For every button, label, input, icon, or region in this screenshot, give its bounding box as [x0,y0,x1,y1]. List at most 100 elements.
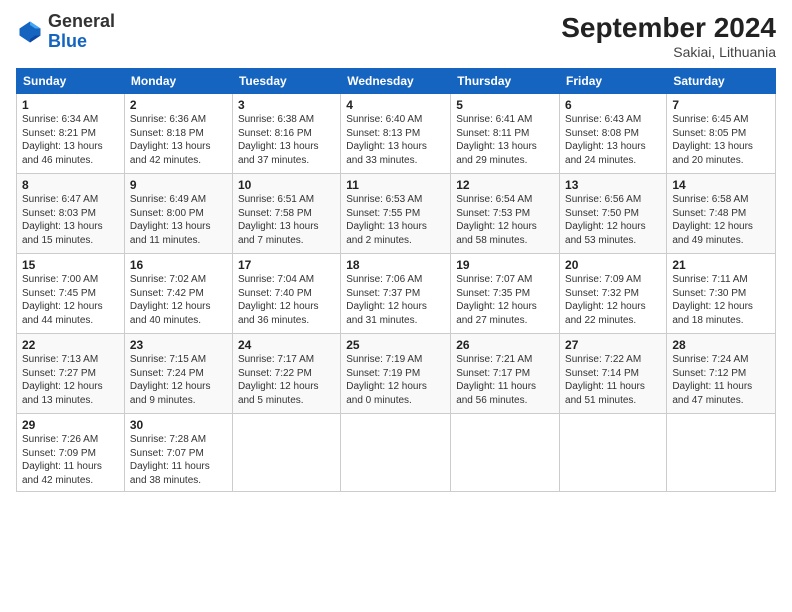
day-number: 9 [130,178,227,192]
header: General Blue September 2024 Sakiai, Lith… [16,12,776,60]
calendar-cell: 24Sunrise: 7:17 AM Sunset: 7:22 PM Dayli… [232,334,340,414]
calendar-cell: 19Sunrise: 7:07 AM Sunset: 7:35 PM Dayli… [451,254,560,334]
day-number: 27 [565,338,661,352]
logo-icon [16,18,44,46]
day-info: Sunrise: 7:26 AM Sunset: 7:09 PM Dayligh… [22,433,119,487]
day-info: Sunrise: 7:09 AM Sunset: 7:32 PM Dayligh… [565,273,661,327]
day-info: Sunrise: 6:36 AM Sunset: 8:18 PM Dayligh… [130,113,227,167]
day-number: 28 [672,338,770,352]
logo-text: General Blue [48,12,115,52]
calendar-cell: 13Sunrise: 6:56 AM Sunset: 7:50 PM Dayli… [560,174,667,254]
calendar-day-header: Thursday [451,69,560,94]
calendar-cell: 27Sunrise: 7:22 AM Sunset: 7:14 PM Dayli… [560,334,667,414]
title-block: September 2024 Sakiai, Lithuania [561,12,776,60]
calendar-cell [560,414,667,492]
day-info: Sunrise: 7:15 AM Sunset: 7:24 PM Dayligh… [130,353,227,407]
day-number: 20 [565,258,661,272]
day-info: Sunrise: 6:43 AM Sunset: 8:08 PM Dayligh… [565,113,661,167]
calendar-cell: 14Sunrise: 6:58 AM Sunset: 7:48 PM Dayli… [667,174,776,254]
day-number: 15 [22,258,119,272]
calendar-cell: 18Sunrise: 7:06 AM Sunset: 7:37 PM Dayli… [341,254,451,334]
calendar-cell: 16Sunrise: 7:02 AM Sunset: 7:42 PM Dayli… [124,254,232,334]
day-number: 12 [456,178,554,192]
logo-blue: Blue [48,31,87,51]
day-info: Sunrise: 6:41 AM Sunset: 8:11 PM Dayligh… [456,113,554,167]
day-number: 11 [346,178,445,192]
day-number: 1 [22,98,119,112]
calendar-week-row: 1Sunrise: 6:34 AM Sunset: 8:21 PM Daylig… [17,94,776,174]
day-number: 16 [130,258,227,272]
day-info: Sunrise: 7:24 AM Sunset: 7:12 PM Dayligh… [672,353,770,407]
day-info: Sunrise: 7:07 AM Sunset: 7:35 PM Dayligh… [456,273,554,327]
calendar-week-row: 8Sunrise: 6:47 AM Sunset: 8:03 PM Daylig… [17,174,776,254]
day-info: Sunrise: 7:19 AM Sunset: 7:19 PM Dayligh… [346,353,445,407]
calendar-table: SundayMondayTuesdayWednesdayThursdayFrid… [16,68,776,492]
day-info: Sunrise: 6:34 AM Sunset: 8:21 PM Dayligh… [22,113,119,167]
day-info: Sunrise: 6:58 AM Sunset: 7:48 PM Dayligh… [672,193,770,247]
calendar-cell [341,414,451,492]
calendar-cell: 8Sunrise: 6:47 AM Sunset: 8:03 PM Daylig… [17,174,125,254]
calendar-cell: 12Sunrise: 6:54 AM Sunset: 7:53 PM Dayli… [451,174,560,254]
day-info: Sunrise: 7:28 AM Sunset: 7:07 PM Dayligh… [130,433,227,487]
calendar-cell: 20Sunrise: 7:09 AM Sunset: 7:32 PM Dayli… [560,254,667,334]
day-number: 18 [346,258,445,272]
calendar-cell: 28Sunrise: 7:24 AM Sunset: 7:12 PM Dayli… [667,334,776,414]
day-info: Sunrise: 6:56 AM Sunset: 7:50 PM Dayligh… [565,193,661,247]
calendar-day-header: Saturday [667,69,776,94]
day-info: Sunrise: 6:38 AM Sunset: 8:16 PM Dayligh… [238,113,335,167]
day-info: Sunrise: 7:21 AM Sunset: 7:17 PM Dayligh… [456,353,554,407]
day-info: Sunrise: 6:54 AM Sunset: 7:53 PM Dayligh… [456,193,554,247]
day-number: 22 [22,338,119,352]
day-number: 29 [22,418,119,432]
day-info: Sunrise: 7:02 AM Sunset: 7:42 PM Dayligh… [130,273,227,327]
calendar-cell: 3Sunrise: 6:38 AM Sunset: 8:16 PM Daylig… [232,94,340,174]
day-number: 23 [130,338,227,352]
day-number: 14 [672,178,770,192]
calendar-header-row: SundayMondayTuesdayWednesdayThursdayFrid… [17,69,776,94]
calendar-cell: 2Sunrise: 6:36 AM Sunset: 8:18 PM Daylig… [124,94,232,174]
day-info: Sunrise: 7:00 AM Sunset: 7:45 PM Dayligh… [22,273,119,327]
day-number: 26 [456,338,554,352]
day-info: Sunrise: 6:47 AM Sunset: 8:03 PM Dayligh… [22,193,119,247]
day-info: Sunrise: 7:13 AM Sunset: 7:27 PM Dayligh… [22,353,119,407]
calendar-cell: 25Sunrise: 7:19 AM Sunset: 7:19 PM Dayli… [341,334,451,414]
day-number: 10 [238,178,335,192]
day-number: 6 [565,98,661,112]
day-info: Sunrise: 6:53 AM Sunset: 7:55 PM Dayligh… [346,193,445,247]
day-info: Sunrise: 6:51 AM Sunset: 7:58 PM Dayligh… [238,193,335,247]
calendar-cell [667,414,776,492]
calendar-cell: 26Sunrise: 7:21 AM Sunset: 7:17 PM Dayli… [451,334,560,414]
calendar-cell: 11Sunrise: 6:53 AM Sunset: 7:55 PM Dayli… [341,174,451,254]
calendar-cell: 22Sunrise: 7:13 AM Sunset: 7:27 PM Dayli… [17,334,125,414]
month-title: September 2024 [561,12,776,44]
calendar-cell: 10Sunrise: 6:51 AM Sunset: 7:58 PM Dayli… [232,174,340,254]
day-info: Sunrise: 6:45 AM Sunset: 8:05 PM Dayligh… [672,113,770,167]
calendar-cell [451,414,560,492]
calendar-cell: 6Sunrise: 6:43 AM Sunset: 8:08 PM Daylig… [560,94,667,174]
calendar-cell: 7Sunrise: 6:45 AM Sunset: 8:05 PM Daylig… [667,94,776,174]
calendar-cell: 15Sunrise: 7:00 AM Sunset: 7:45 PM Dayli… [17,254,125,334]
calendar-cell: 21Sunrise: 7:11 AM Sunset: 7:30 PM Dayli… [667,254,776,334]
page: General Blue September 2024 Sakiai, Lith… [0,0,792,612]
calendar-week-row: 15Sunrise: 7:00 AM Sunset: 7:45 PM Dayli… [17,254,776,334]
location: Sakiai, Lithuania [561,44,776,60]
calendar-cell: 5Sunrise: 6:41 AM Sunset: 8:11 PM Daylig… [451,94,560,174]
day-number: 24 [238,338,335,352]
day-number: 30 [130,418,227,432]
day-info: Sunrise: 7:22 AM Sunset: 7:14 PM Dayligh… [565,353,661,407]
day-number: 21 [672,258,770,272]
calendar-day-header: Tuesday [232,69,340,94]
day-number: 25 [346,338,445,352]
day-number: 13 [565,178,661,192]
calendar-cell: 4Sunrise: 6:40 AM Sunset: 8:13 PM Daylig… [341,94,451,174]
day-info: Sunrise: 6:40 AM Sunset: 8:13 PM Dayligh… [346,113,445,167]
calendar-day-header: Wednesday [341,69,451,94]
calendar-cell: 1Sunrise: 6:34 AM Sunset: 8:21 PM Daylig… [17,94,125,174]
day-info: Sunrise: 6:49 AM Sunset: 8:00 PM Dayligh… [130,193,227,247]
calendar-cell: 30Sunrise: 7:28 AM Sunset: 7:07 PM Dayli… [124,414,232,492]
day-info: Sunrise: 7:17 AM Sunset: 7:22 PM Dayligh… [238,353,335,407]
calendar-week-row: 22Sunrise: 7:13 AM Sunset: 7:27 PM Dayli… [17,334,776,414]
calendar-cell: 17Sunrise: 7:04 AM Sunset: 7:40 PM Dayli… [232,254,340,334]
day-info: Sunrise: 7:11 AM Sunset: 7:30 PM Dayligh… [672,273,770,327]
day-number: 8 [22,178,119,192]
